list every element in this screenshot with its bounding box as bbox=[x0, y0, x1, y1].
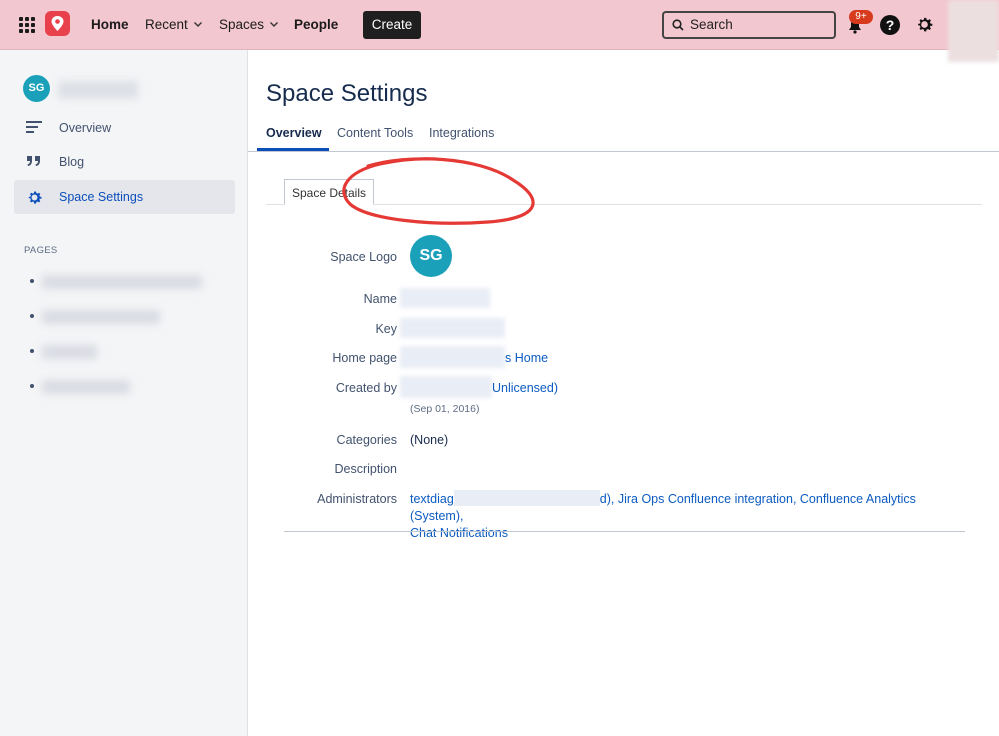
nav-recent[interactable]: Recent bbox=[145, 17, 202, 32]
sidebar-item-label: Overview bbox=[59, 121, 112, 135]
search-icon bbox=[672, 19, 684, 31]
confluence-logo[interactable] bbox=[45, 11, 70, 36]
tab-content-tools[interactable]: Content Tools bbox=[337, 126, 413, 140]
menu-lines-icon bbox=[26, 121, 42, 133]
space-name-redacted[interactable] bbox=[58, 81, 138, 99]
bullet bbox=[30, 314, 34, 318]
help-icon[interactable]: ? bbox=[880, 15, 900, 35]
key-value-redacted bbox=[400, 318, 505, 338]
page-item[interactable] bbox=[30, 377, 220, 397]
name-value-redacted bbox=[400, 288, 490, 308]
notification-badge: 9+ bbox=[849, 10, 873, 24]
admin-link[interactable]: textdiag bbox=[410, 492, 454, 506]
nav-spaces-label: Spaces bbox=[219, 17, 265, 32]
settings-gear-icon[interactable] bbox=[915, 15, 934, 34]
pages-heading: PAGES bbox=[24, 245, 58, 256]
admin-chat-notifications[interactable]: Chat Notifications bbox=[410, 526, 508, 540]
nav-recent-label: Recent bbox=[145, 17, 188, 32]
page-title-redacted[interactable] bbox=[42, 310, 160, 324]
search-placeholder: Search bbox=[690, 17, 733, 32]
details-divider bbox=[284, 531, 965, 532]
page-item[interactable] bbox=[30, 272, 220, 292]
chevron-down-icon bbox=[193, 22, 202, 27]
created-by-label: Created by bbox=[335, 381, 397, 395]
creator-link[interactable]: Unlicensed) bbox=[492, 381, 558, 395]
home-page-link[interactable]: s Home bbox=[505, 351, 548, 365]
space-logo: SG bbox=[410, 235, 452, 277]
page-title-redacted[interactable] bbox=[42, 275, 202, 289]
create-button[interactable]: Create bbox=[363, 11, 421, 39]
nav-spaces[interactable]: Spaces bbox=[219, 17, 279, 32]
page-title: Space Settings bbox=[266, 80, 428, 107]
bullet bbox=[30, 349, 34, 353]
app-switcher-icon[interactable] bbox=[19, 17, 35, 33]
red-circle-annotation bbox=[342, 157, 535, 225]
space-logo-label: Space Logo bbox=[330, 250, 397, 264]
name-label: Name bbox=[363, 292, 397, 306]
tab-overview[interactable]: Overview bbox=[266, 126, 322, 140]
categories-label: Categories bbox=[336, 433, 397, 447]
nav-people[interactable]: People bbox=[294, 17, 338, 32]
gear-icon bbox=[28, 191, 42, 204]
top-navigation-bar: Home Recent Spaces People Create Search … bbox=[0, 0, 999, 62]
user-avatar[interactable] bbox=[948, 0, 999, 62]
nav-home[interactable]: Home bbox=[91, 17, 129, 32]
home-page-label: Home page bbox=[332, 351, 397, 365]
tab-integrations[interactable]: Integrations bbox=[429, 126, 494, 140]
search-input[interactable]: Search bbox=[662, 11, 836, 39]
admin-redacted[interactable] bbox=[453, 490, 600, 506]
page-title-redacted[interactable] bbox=[42, 380, 130, 394]
creator-redacted[interactable] bbox=[400, 376, 492, 398]
sidebar-item-label: Space Settings bbox=[59, 190, 144, 204]
home-page-redacted[interactable] bbox=[400, 346, 505, 368]
sidebar-item-overview[interactable]: Overview bbox=[14, 111, 235, 145]
bullet bbox=[30, 279, 34, 283]
space-avatar[interactable]: SG bbox=[23, 75, 50, 102]
administrators-label: Administrators bbox=[317, 492, 397, 506]
administrators-list: textdiag d), Jira Ops Confluence integrat… bbox=[410, 490, 970, 542]
categories-value: (None) bbox=[410, 433, 449, 447]
sidebar-item-space-settings[interactable]: Space Settings bbox=[14, 180, 235, 214]
page-item[interactable] bbox=[30, 307, 220, 327]
created-date: (Sep 01, 2016) bbox=[410, 403, 480, 415]
sidebar-item-blog[interactable]: Blog bbox=[14, 145, 235, 179]
description-label: Description bbox=[334, 462, 397, 476]
quote-icon bbox=[27, 156, 40, 166]
sidebar-item-label: Blog bbox=[59, 155, 85, 169]
key-label: Key bbox=[375, 322, 397, 336]
page-item[interactable] bbox=[30, 342, 220, 362]
space-sidebar: SG Overview Blog Space Settings PAGES bbox=[0, 50, 248, 736]
bullet bbox=[30, 384, 34, 388]
chevron-down-icon bbox=[270, 22, 279, 27]
page-title-redacted[interactable] bbox=[42, 345, 97, 359]
